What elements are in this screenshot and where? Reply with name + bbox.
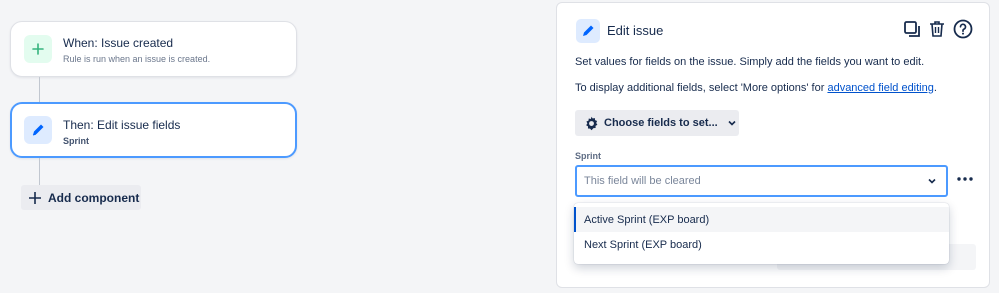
choose-fields-label: Choose fields to set... bbox=[604, 117, 718, 129]
panel-actions bbox=[903, 19, 973, 39]
pencil-icon bbox=[576, 19, 600, 43]
sprint-field-label: Sprint bbox=[575, 151, 601, 161]
action-card[interactable]: Then: Edit issue fields Sprint bbox=[10, 102, 297, 158]
trash-icon[interactable] bbox=[928, 20, 946, 38]
chevron-down-icon bbox=[926, 175, 938, 187]
add-component-button[interactable]: Add component bbox=[21, 185, 141, 210]
trigger-title: When: Issue created bbox=[63, 36, 174, 50]
panel-hint: To display additional fields, select 'Mo… bbox=[575, 82, 937, 94]
connector-line bbox=[39, 158, 40, 185]
pencil-icon bbox=[24, 116, 52, 144]
copy-icon[interactable] bbox=[903, 20, 921, 38]
sprint-dropdown-menu: Active Sprint (EXP board) Next Sprint (E… bbox=[574, 203, 949, 264]
gear-icon bbox=[584, 116, 599, 131]
action-subtitle: Sprint bbox=[63, 136, 89, 146]
hint-suffix: . bbox=[933, 82, 937, 94]
plus-icon bbox=[24, 35, 52, 63]
dropdown-option-next-sprint[interactable]: Next Sprint (EXP board) bbox=[574, 232, 949, 257]
more-horizontal-icon[interactable] bbox=[955, 171, 975, 187]
help-icon[interactable] bbox=[953, 19, 973, 39]
sprint-select[interactable]: This field will be cleared bbox=[575, 165, 948, 197]
hint-prefix: To display additional fields, select 'Mo… bbox=[575, 82, 828, 94]
dropdown-option-active-sprint[interactable]: Active Sprint (EXP board) bbox=[574, 207, 949, 232]
trigger-subtitle: Rule is run when an issue is created. bbox=[63, 54, 211, 64]
connector-line bbox=[39, 77, 40, 102]
choose-fields-button[interactable]: Choose fields to set... bbox=[575, 110, 739, 136]
panel-title: Edit issue bbox=[607, 23, 664, 38]
sprint-select-value: This field will be cleared bbox=[584, 175, 701, 187]
plus-icon bbox=[28, 191, 42, 205]
chevron-down-icon bbox=[727, 118, 737, 128]
add-component-label: Add component bbox=[48, 190, 140, 205]
trigger-card[interactable]: When: Issue created Rule is run when an … bbox=[10, 21, 297, 77]
advanced-field-editing-link[interactable]: advanced field editing bbox=[827, 82, 933, 94]
action-title: Then: Edit issue fields bbox=[63, 118, 181, 132]
panel-description: Set values for fields on the issue. Simp… bbox=[575, 56, 925, 68]
